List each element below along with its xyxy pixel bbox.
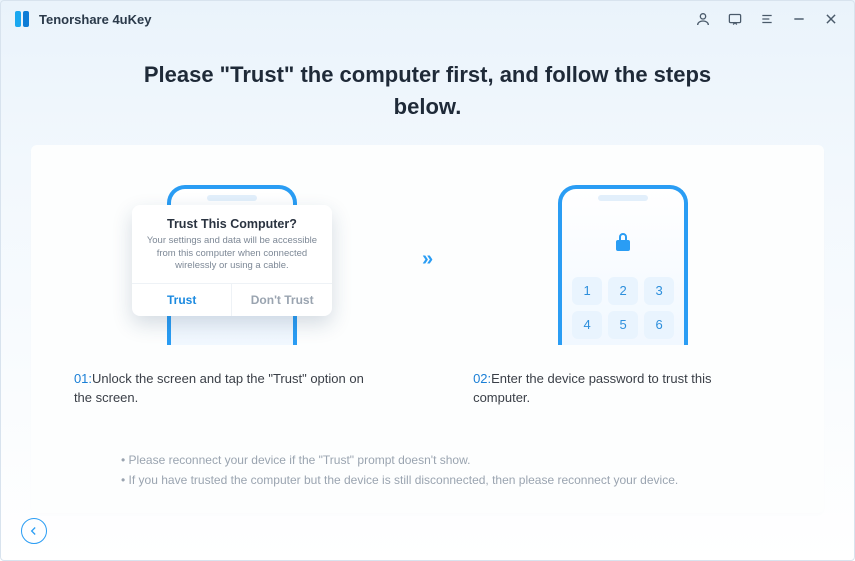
step1-number: 01: [74,371,92,386]
step2-text: 02:Enter the device password to trust th… [473,369,773,408]
feedback-icon[interactable] [726,10,744,28]
notes: Please reconnect your device if the "Tru… [31,450,824,491]
minimize-icon[interactable] [790,10,808,28]
passcode-keypad: 1 2 3 4 5 6 [572,277,674,339]
key-2: 2 [608,277,638,305]
page-heading: Please "Trust" the computer first, and f… [1,37,854,131]
note-1: Please reconnect your device if the "Tru… [121,450,734,470]
close-icon[interactable] [822,10,840,28]
trust-button[interactable]: Trust [132,284,233,316]
trust-dialog-message: Your settings and data will be accessibl… [144,235,320,273]
back-button[interactable] [21,518,47,544]
window-controls [694,10,840,28]
trust-dialog-title: Trust This Computer? [144,217,320,231]
content-card: Trust This Computer? Your settings and d… [31,145,824,513]
note-2: If you have trusted the computer but the… [121,470,734,490]
title-left: Tenorshare 4uKey [15,11,151,27]
step-2: 1 2 3 4 5 6 02:Enter the device password… [473,175,773,408]
dont-trust-button[interactable]: Don't Trust [232,284,332,316]
heading-line2: below. [394,94,462,119]
app-logo-icon [15,11,31,27]
key-6: 6 [644,311,674,339]
key-4: 4 [572,311,602,339]
chevron-right-icon: » [422,175,433,345]
step2-number: 02: [473,371,491,386]
account-icon[interactable] [694,10,712,28]
lock-icon [611,231,635,260]
key-1: 1 [572,277,602,305]
step2-desc: Enter the device password to trust this … [473,371,711,406]
trust-dialog: Trust This Computer? Your settings and d… [132,205,332,316]
step1-text: 01:Unlock the screen and tap the "Trust"… [74,369,382,408]
app-title: Tenorshare 4uKey [39,12,151,27]
step1-desc: Unlock the screen and tap the "Trust" op… [74,371,364,406]
menu-icon[interactable] [758,10,776,28]
key-5: 5 [608,311,638,339]
phone-frame-icon: 1 2 3 4 5 6 [558,185,688,345]
step-1: Trust This Computer? Your settings and d… [82,175,382,408]
step2-illustration: 1 2 3 4 5 6 [473,175,773,345]
key-3: 3 [644,277,674,305]
step1-illustration: Trust This Computer? Your settings and d… [82,175,382,345]
titlebar: Tenorshare 4uKey [1,1,854,37]
heading-line1: Please "Trust" the computer first, and f… [144,62,711,87]
steps-row: Trust This Computer? Your settings and d… [31,175,824,408]
